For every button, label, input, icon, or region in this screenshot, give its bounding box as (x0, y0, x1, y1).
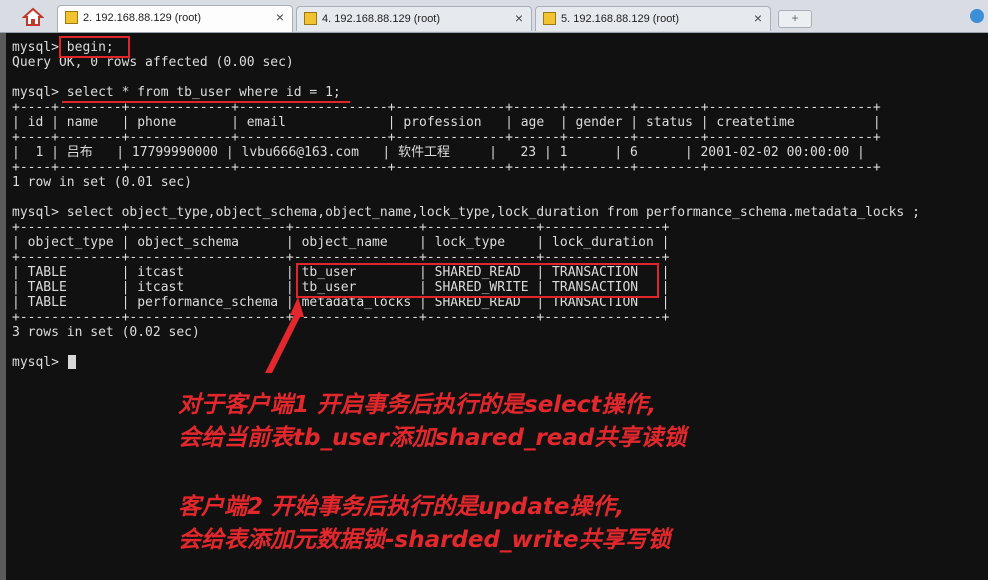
terminal-cursor (68, 355, 76, 369)
terminal-line: +----+--------+-------------+-----------… (12, 130, 881, 145)
terminal-line: mysql> select object_type,object_schema,… (12, 205, 920, 220)
tab-session-2[interactable]: 2. 192.168.88.129 (root) × (57, 5, 293, 32)
annotation-arrow-icon (265, 297, 304, 373)
begin-highlight-box (59, 36, 130, 58)
terminal-line: | object_type | object_schema | object_n… (12, 235, 670, 250)
key-icon (65, 11, 78, 24)
lock-rows-highlight-box (296, 263, 659, 298)
annotation-text: 客户端2 开始事务后执行的是update操作, (178, 494, 625, 520)
close-icon[interactable]: × (754, 10, 762, 26)
annotation-text: 对于客户端1 开启事务后执行的是select操作, (178, 392, 657, 418)
annotation-text: 会给当前表tb_user添加shared_read共享读锁 (178, 425, 687, 451)
terminal-line: Query OK, 0 rows affected (0.00 sec) (12, 55, 294, 70)
terminal-line: 1 row in set (0.01 sec) (12, 175, 193, 190)
terminal-line: mysql> (12, 355, 67, 370)
close-icon[interactable]: × (515, 10, 523, 26)
terminal-line: | 1 | 吕布 | 17799990000 | lvbu666@163.com… (12, 145, 865, 160)
key-icon (304, 12, 317, 25)
annotation-text: 会给表添加元数据锁-sharded_write共享写锁 (178, 527, 671, 553)
tab-label: 4. 192.168.88.129 (root) (322, 13, 441, 25)
terminal-line: +-------------+--------------------+----… (12, 310, 670, 325)
tab-label: 5. 192.168.88.129 (root) (561, 13, 680, 25)
terminal-line: | id | name | phone | email | profession… (12, 115, 881, 130)
tab-bar: 2. 192.168.88.129 (root) × 4. 192.168.88… (0, 0, 988, 33)
terminal-line: mysql> select * from tb_user where id = … (12, 85, 341, 100)
select-highlight-underline (62, 101, 350, 103)
tab-session-4[interactable]: 4. 192.168.88.129 (root) × (296, 6, 532, 31)
tab-session-5[interactable]: 5. 192.168.88.129 (root) × (535, 6, 771, 31)
close-icon[interactable]: × (276, 9, 284, 25)
terminal-line: 3 rows in set (0.02 sec) (12, 325, 200, 340)
terminal-line: +----+--------+-------------+-----------… (12, 160, 881, 175)
terminal-line: +-------------+--------------------+----… (12, 220, 670, 235)
key-icon (543, 12, 556, 25)
globe-icon[interactable] (970, 9, 984, 23)
tab-label: 2. 192.168.88.129 (root) (83, 12, 202, 24)
new-tab-button[interactable]: + (778, 10, 812, 28)
home-icon[interactable] (22, 7, 44, 27)
